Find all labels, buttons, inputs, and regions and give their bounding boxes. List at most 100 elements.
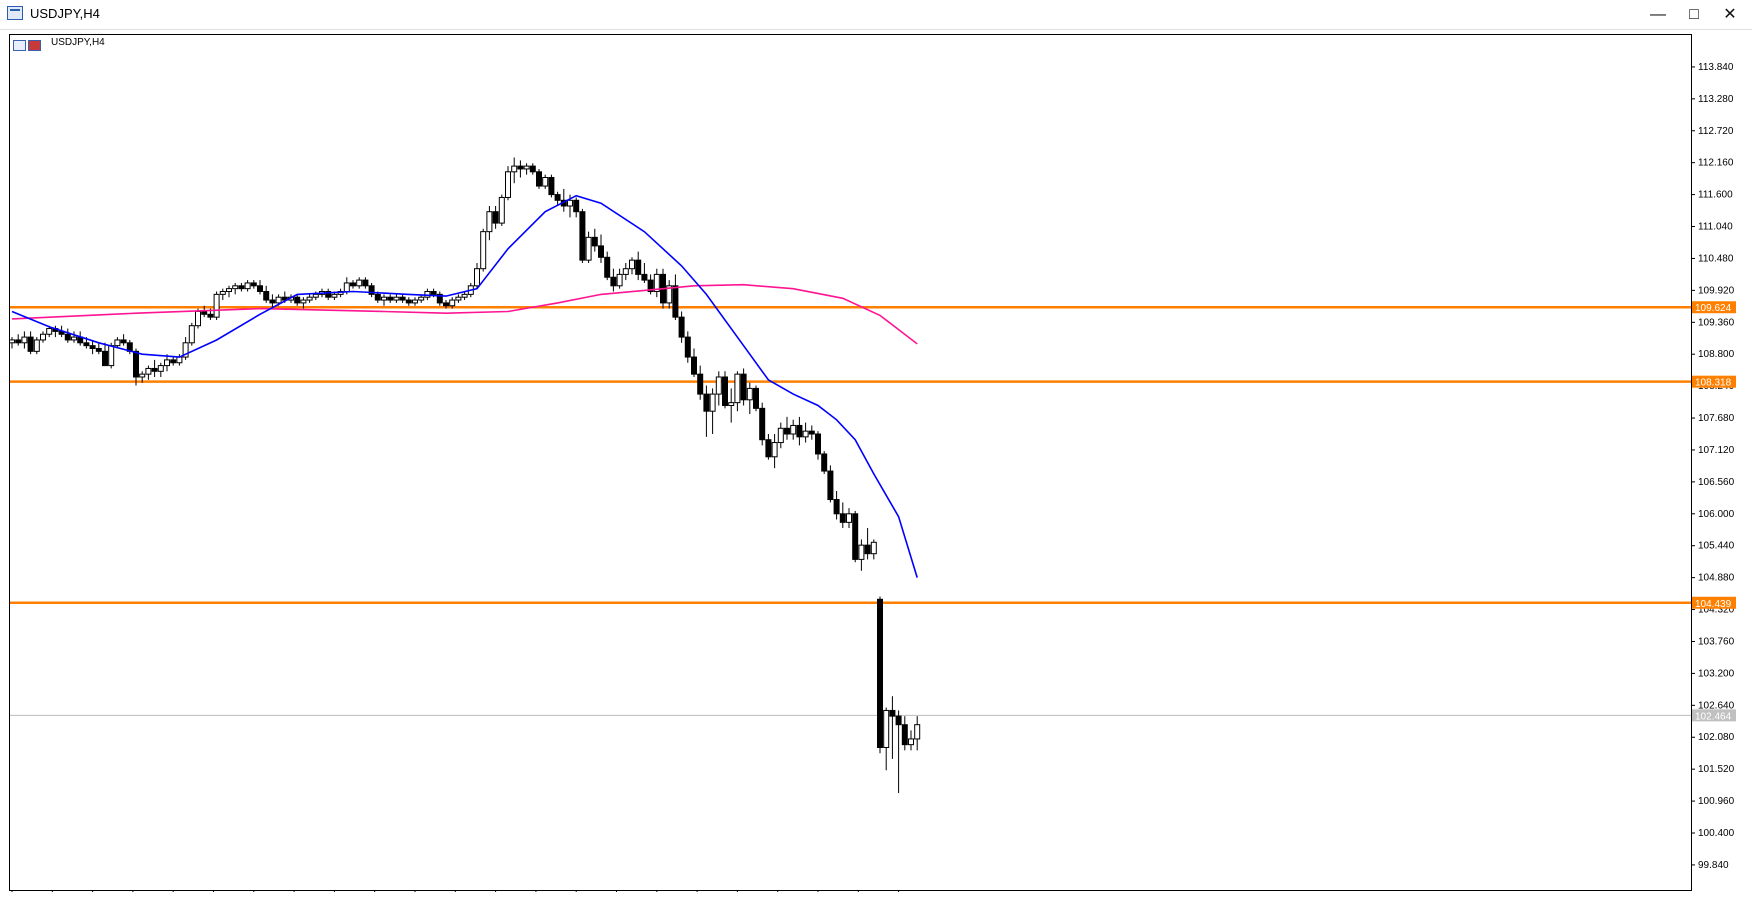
candle-body (684, 336, 691, 358)
candle-body (622, 268, 629, 275)
level-price-label: 108.318 (1695, 378, 1732, 389)
candle-body (226, 288, 232, 292)
candle-body (393, 296, 400, 301)
candle-body (802, 430, 809, 438)
candle-body (71, 336, 77, 341)
candle-body (412, 299, 418, 304)
price-tick-label: 100.400 (1698, 828, 1735, 839)
price-tick-label: 113.280 (1698, 94, 1734, 105)
candle-body (108, 345, 115, 367)
candle-body (114, 339, 121, 347)
candlestick-chart[interactable]: 113.840 113.280 112.720 112.160 111.600 111.0… (0, 0, 1752, 918)
candle-body (722, 376, 728, 406)
candle-body (300, 299, 307, 304)
candle-body (263, 291, 270, 301)
candle-body (64, 333, 71, 341)
candle-body (746, 387, 753, 401)
price-tick-label: 106.000 (1698, 509, 1735, 520)
candle-body (257, 285, 263, 292)
candle-body (381, 296, 387, 301)
candle-body (629, 259, 635, 270)
candle-body (709, 393, 716, 412)
candle-body (151, 367, 158, 372)
price-tick-label: 111.040 (1698, 222, 1733, 233)
candle-body (139, 373, 146, 378)
candle-body (405, 299, 412, 304)
candle-body (244, 282, 251, 290)
candle-body (27, 336, 34, 352)
candle-body (40, 333, 46, 341)
candle-body (306, 296, 313, 301)
level-price-label: 104.439 (1695, 599, 1732, 610)
candle-body (554, 194, 561, 201)
candle-body (567, 199, 573, 207)
candle-body (839, 513, 846, 523)
candle-body (765, 439, 772, 458)
candle-body (523, 165, 530, 170)
candle-body (529, 165, 536, 173)
candle-body (846, 513, 852, 523)
candle-body (641, 273, 648, 281)
candle-body (430, 291, 437, 295)
price-tick-label: 107.680 (1698, 413, 1735, 424)
candle-body (691, 356, 697, 375)
candle-body (908, 738, 914, 746)
candle-body (145, 367, 152, 375)
candle-body (870, 541, 877, 555)
price-tick-label: 103.760 (1698, 636, 1735, 647)
candle-body (95, 348, 102, 352)
candle-body (914, 724, 921, 740)
candle-body (213, 293, 220, 318)
price-tick-label: 109.360 (1698, 317, 1735, 328)
candle-body (895, 715, 902, 726)
candle-body (486, 211, 493, 233)
candle-body (697, 373, 704, 395)
candle-body (511, 165, 518, 173)
candle-body (740, 373, 747, 401)
candle-body (232, 285, 239, 290)
candle-body (901, 724, 908, 746)
candle-body (796, 424, 803, 438)
candle-body (672, 285, 679, 318)
candle-body (207, 313, 214, 318)
price-tick-label: 106.560 (1698, 477, 1735, 488)
candle-body (387, 296, 394, 301)
candle-body (858, 544, 865, 560)
candle-body (33, 339, 40, 352)
price-tick-label: 113.840 (1698, 62, 1734, 73)
price-tick-label: 105.440 (1698, 541, 1735, 552)
candle-body (238, 285, 245, 290)
candle-body (734, 373, 741, 404)
candle-body (790, 424, 797, 435)
candle-body (505, 171, 511, 198)
candle-body (635, 259, 642, 275)
candle-body (362, 279, 369, 287)
candle-body (474, 268, 480, 287)
candle-body (591, 236, 598, 247)
candle-body (356, 279, 363, 287)
candle-body (715, 376, 722, 395)
candle-body (777, 427, 784, 444)
price-tick-label: 99.840 (1698, 860, 1729, 871)
price-tick-label: 107.120 (1698, 445, 1735, 456)
candle-body (604, 256, 611, 278)
price-tick-label: 111.600 (1698, 190, 1733, 201)
candle-body (83, 342, 90, 347)
candle-body (201, 310, 208, 315)
candle-body (498, 196, 505, 224)
candle-body (821, 453, 828, 472)
candle-body (443, 302, 449, 307)
moving-average-fast (11, 194, 918, 578)
candle-body (195, 310, 201, 327)
candle-body (616, 273, 623, 287)
candle-body (492, 211, 499, 224)
candle-body (883, 709, 890, 749)
price-tick-label: 104.880 (1698, 573, 1735, 584)
candle-body (46, 328, 53, 335)
candle-body (889, 709, 896, 717)
price-tick-label: 112.160 (1698, 158, 1734, 169)
candle-body (170, 359, 177, 364)
candle-body (294, 296, 301, 304)
candle-body (852, 513, 859, 560)
candle-body (219, 291, 226, 295)
